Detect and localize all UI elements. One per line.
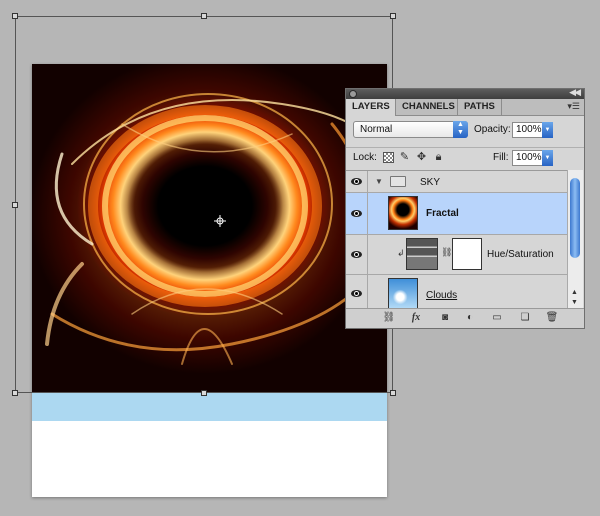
layer-row-hue-saturation[interactable]: ↲ ⛓︎ Hue/Saturation	[346, 235, 568, 275]
visibility-toggle[interactable]	[346, 275, 368, 309]
layer-mask-thumbnail[interactable]	[452, 238, 482, 270]
transform-handle-bottom[interactable]	[201, 390, 207, 396]
adjustment-icon	[406, 238, 438, 270]
fill-value: 100%	[516, 152, 542, 163]
eye-icon	[351, 290, 362, 297]
layer-row-clouds[interactable]: Clouds	[346, 275, 568, 309]
lock-position-icon[interactable]: ✥	[416, 152, 427, 163]
panel-footer: ⛓︎ fx ◙ ◐ ▭ ❏ 🗑︎	[346, 308, 584, 328]
lock-all-icon[interactable]: 🔒︎	[433, 152, 444, 163]
chevron-down-icon[interactable]: ▼	[542, 122, 553, 138]
collapse-icon[interactable]: ◀◀	[569, 87, 581, 98]
layer-thumbnail	[388, 278, 418, 309]
tab-layers[interactable]: LAYERS	[346, 99, 396, 116]
transform-handle-top-left[interactable]	[12, 13, 18, 19]
transform-handle-bottom-right[interactable]	[390, 390, 396, 396]
visibility-toggle[interactable]	[346, 171, 368, 192]
link-layers-icon[interactable]: ⛓︎	[382, 312, 396, 324]
layer-thumbnail	[388, 196, 418, 230]
blend-mode-select[interactable]: Normal ▲ ▼	[353, 121, 468, 138]
layer-row-fractal[interactable]: Fractal	[346, 193, 568, 235]
close-icon[interactable]	[349, 90, 357, 98]
transform-handle-top-right[interactable]	[390, 13, 396, 19]
eye-icon	[351, 178, 362, 185]
opacity-label: Opacity:	[474, 124, 511, 135]
transform-handle-bottom-left[interactable]	[12, 390, 18, 396]
visibility-toggle[interactable]	[346, 193, 368, 234]
fill-field[interactable]: 100% ▼	[512, 150, 553, 166]
layer-row-sky-group[interactable]: ▼ SKY	[346, 171, 568, 193]
panel-menu-icon[interactable]: ▾☰	[567, 101, 580, 112]
transform-handle-left[interactable]	[12, 202, 18, 208]
layer-name: Clouds	[426, 290, 458, 301]
new-layer-icon[interactable]: ❏	[518, 312, 532, 324]
scroll-up-icon[interactable]: ▲	[571, 289, 578, 296]
panel-tabs: LAYERS CHANNELS PATHS ▾☰	[346, 99, 584, 116]
transform-handle-top[interactable]	[201, 13, 207, 19]
blend-mode-value: Normal	[360, 124, 393, 135]
clipping-arrow-icon: ↲	[397, 248, 405, 258]
scroll-thumb[interactable]	[570, 178, 580, 258]
scroll-down-icon[interactable]: ▼	[571, 299, 578, 306]
opacity-value: 100%	[516, 124, 542, 135]
tab-channels[interactable]: CHANNELS	[396, 99, 458, 115]
new-group-icon[interactable]: ▭	[490, 312, 504, 324]
layers-scrollbar[interactable]: ▲ ▼	[567, 170, 583, 308]
lock-transparent-pixels-icon[interactable]	[383, 152, 394, 163]
tab-paths[interactable]: PATHS	[458, 99, 502, 115]
fill-label: Fill:	[493, 152, 509, 163]
panel-titlebar[interactable]: ◀◀	[346, 87, 584, 99]
lock-label: Lock:	[353, 152, 377, 163]
sky-strip	[32, 393, 387, 421]
layers-list: ▼ SKY Fractal ↲ ⛓︎ Hue/Saturation Clouds	[346, 170, 568, 309]
layers-panel: ◀◀ LAYERS CHANNELS PATHS ▾☰ Normal ▲ ▼ Op…	[345, 87, 585, 329]
layer-name: Hue/Saturation	[487, 249, 554, 260]
opacity-field[interactable]: 100% ▼	[512, 122, 553, 138]
transform-bounding-box[interactable]	[12, 13, 396, 396]
trash-icon[interactable]: 🗑︎	[545, 312, 559, 324]
visibility-toggle[interactable]	[346, 235, 368, 274]
chain-link-icon[interactable]: ⛓︎	[441, 247, 452, 258]
eye-icon	[351, 251, 362, 258]
lock-image-pixels-icon[interactable]: ✎	[399, 152, 410, 163]
disclosure-triangle-icon[interactable]: ▼	[375, 177, 383, 186]
layer-mask-icon[interactable]: ◙	[438, 312, 452, 324]
adjustment-layer-icon[interactable]: ◐	[463, 312, 477, 324]
transform-center-point[interactable]	[214, 215, 226, 227]
eye-icon	[351, 210, 362, 217]
chevron-down-icon[interactable]: ▼	[542, 150, 553, 166]
layer-name: Fractal	[426, 208, 459, 219]
select-arrows-icon: ▲ ▼	[453, 121, 468, 138]
layer-name: SKY	[420, 177, 441, 188]
fx-icon[interactable]: fx	[409, 312, 423, 324]
folder-icon	[390, 176, 406, 187]
